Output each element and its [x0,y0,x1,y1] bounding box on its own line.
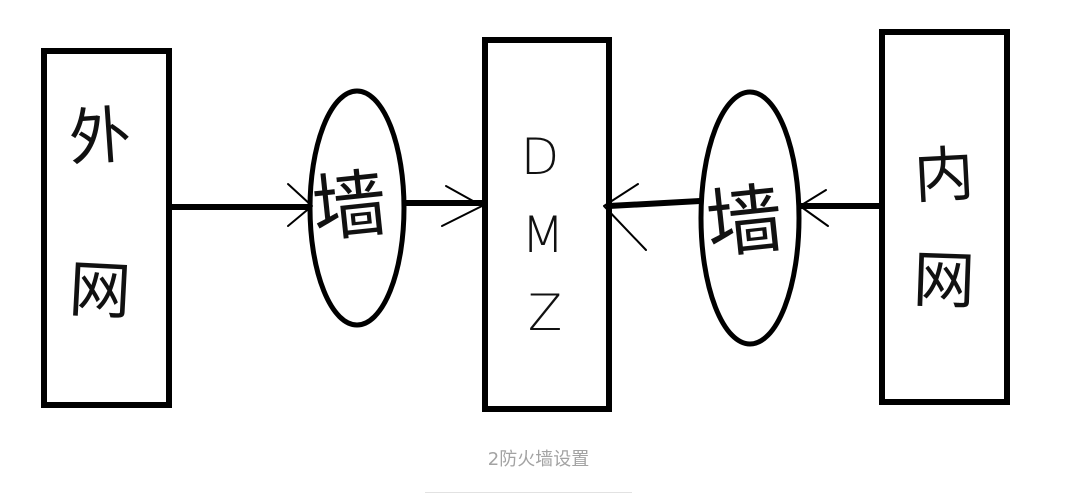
dmz-node: D M Z [482,37,612,412]
left-firewall-label: 墙 [308,160,391,253]
link-firewall-to-dmz [404,185,484,227]
right-firewall-node: 墙 [698,89,802,347]
dmz-label-char-m: M [521,206,564,264]
dmz-label-char-z: Z [528,284,562,342]
left-firewall-node: 墙 [307,88,407,328]
link-right-firewall-to-dmz [603,183,701,251]
caption-divider [425,492,632,493]
figure-caption: 2防火墙设置 [487,449,590,470]
right-firewall-label: 墙 [702,173,787,269]
external-network-label-char-2: 网 [67,252,133,328]
external-network-node: 外 网 [41,48,172,408]
internal-network-node: 内 网 [879,29,1010,405]
internal-network-box [879,29,1010,405]
link-internal-to-firewall [798,189,882,227]
network-diagram: 外 网 墙 D M Z 墙 内 网 [41,29,1010,412]
link-external-to-firewall [169,183,313,227]
internal-network-label-char-1: 内 [912,139,976,212]
external-network-label-char-1: 外 [66,98,133,175]
dmz-label-char-d: D [521,128,560,186]
internal-network-label-char-2: 网 [912,243,977,318]
